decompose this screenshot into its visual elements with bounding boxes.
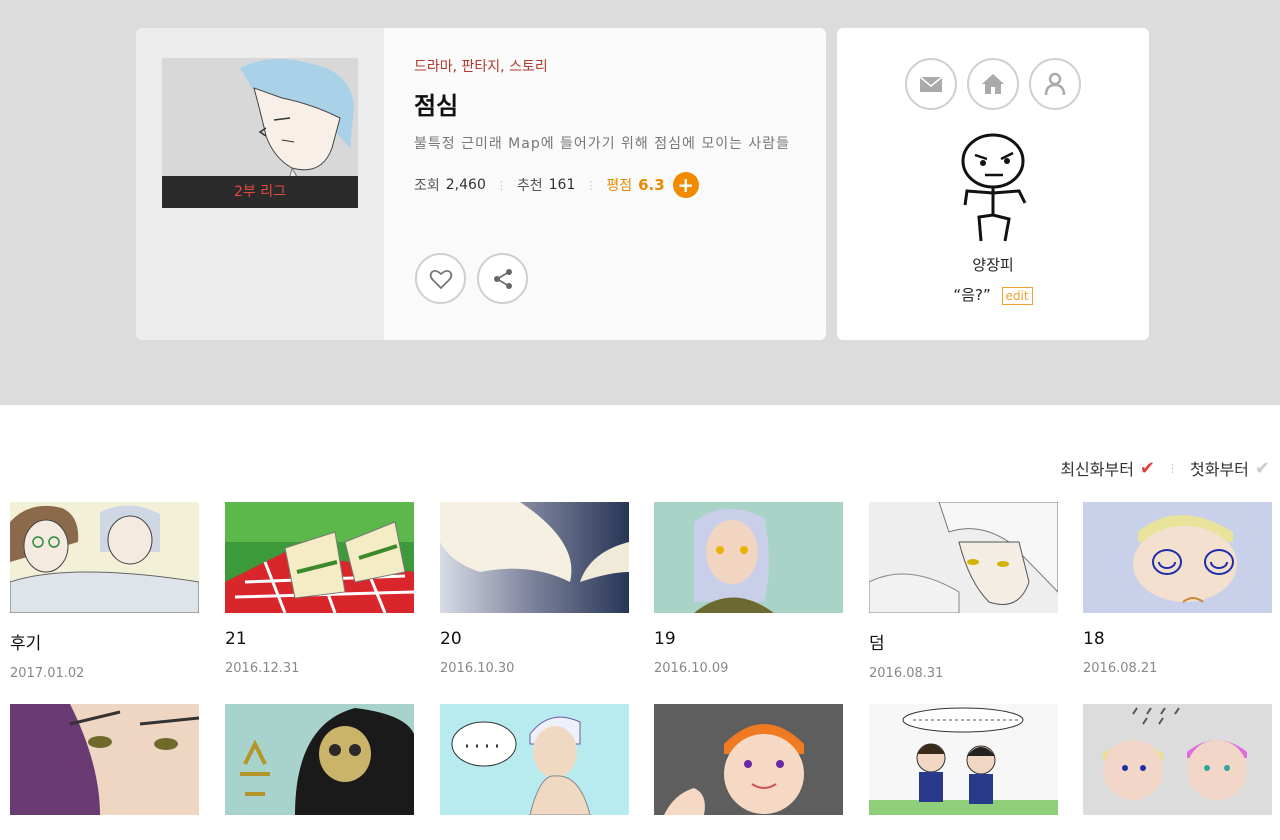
episode-title: 19 [654,629,676,649]
episode-date: 2017.01.02 [10,666,85,681]
cover-column: 2부 리그 [136,28,384,340]
author-name[interactable]: 양장피 [837,254,1149,275]
episode-title: 21 [225,629,247,649]
checkmark-icon: ✔ [1254,457,1270,479]
episode-item[interactable] [225,704,414,815]
stats-separator: ⋮ [495,178,507,192]
recommend-count: 161 [548,177,576,193]
author-quote-row: “음?” edit [837,284,1149,305]
episode-thumbnail[interactable] [654,502,843,613]
share-icon [494,269,512,289]
views-count: 2,460 [445,177,486,193]
recommend-label: 추천 [516,178,543,194]
episode-thumbnail[interactable] [1083,502,1272,613]
episode-item[interactable]: 20 2016.10.30 [440,502,629,676]
episode-date: 2016.08.31 [869,666,944,681]
edit-quote-button[interactable]: edit [1001,286,1033,305]
episode-item[interactable] [10,704,199,815]
author-quote: “음?” [953,286,991,304]
episode-thumbnail[interactable] [654,704,843,815]
home-button[interactable] [967,58,1019,110]
sort-oldest-button[interactable]: 첫화부터 [1190,456,1249,480]
episode-item[interactable]: 18 2016.08.21 [1083,502,1272,676]
episode-thumbnail[interactable] [225,502,414,613]
mail-icon [919,76,943,92]
work-description: 불특정 근미래 Map에 들어가기 위해 점심에 모이는 사람들 [414,136,791,152]
stats-separator: ⋮ [585,178,597,192]
episode-item[interactable]: 덤 2016.08.31 [869,502,1058,681]
episode-thumbnail[interactable] [440,704,629,815]
views-label: 조회 [414,178,440,194]
work-stats: 조회 2,460 ⋮ 추천 161 ⋮ 평점 6.3 + [414,172,804,198]
episode-thumbnail[interactable] [869,502,1058,613]
episode-title: 덤 [869,634,885,654]
episode-date: 2016.10.30 [440,661,515,676]
rating-label: 평점 [606,178,633,194]
checkmark-icon: ✔ [1139,457,1156,479]
work-info-card: 2부 리그 드라마, 판타지, 스토리 점심 불특정 근미래 Map에 들어가기… [136,28,826,340]
episode-date: 2016.08.21 [1083,661,1158,676]
episode-title: 후기 [10,634,42,654]
heart-icon [429,269,453,290]
episode-item[interactable]: 후기 2017.01.02 [10,502,199,681]
profile-button[interactable] [1029,58,1081,110]
episode-item[interactable]: 19 2016.10.09 [654,502,843,676]
episode-thumbnail[interactable] [225,704,414,815]
work-title: 점심 [414,92,459,120]
episode-thumbnail[interactable] [1083,704,1272,815]
like-button[interactable] [415,253,466,304]
episode-date: 2016.10.09 [654,661,729,676]
episode-thumbnail[interactable] [869,704,1058,815]
genre-tags[interactable]: 드라마, 판타지, 스토리 [414,56,804,76]
cover-caption: 2부 리그 [162,176,358,208]
work-cover-image[interactable]: 2부 리그 [162,58,358,208]
episode-item[interactable] [654,704,843,815]
episode-item[interactable]: 21 2016.12.31 [225,502,414,676]
episode-title: 20 [440,629,462,649]
episode-item[interactable] [869,704,1058,815]
message-button[interactable] [905,58,957,110]
person-icon [1044,72,1066,96]
sort-newest-button[interactable]: 최신화부터 [1060,456,1134,480]
author-avatar [961,133,1027,242]
sort-separator: ⋮ [1167,461,1179,475]
episode-title: 18 [1083,629,1105,649]
episode-item[interactable] [440,704,629,815]
author-card: 양장피 “음?” edit [837,28,1149,340]
episode-thumbnail[interactable] [10,704,199,815]
episode-thumbnail[interactable] [10,502,199,613]
episode-thumbnail[interactable] [440,502,629,613]
home-icon [982,74,1004,94]
sort-controls: 최신화부터 ✔ ⋮ 첫화부터 ✔ [1060,456,1270,480]
work-info: 드라마, 판타지, 스토리 점심 불특정 근미래 Map에 들어가기 위해 점심… [414,56,804,198]
rating-value: 6.3 [638,176,665,194]
rate-button[interactable]: + [672,172,699,198]
episode-item[interactable] [1083,704,1272,815]
episode-date: 2016.12.31 [225,661,300,676]
share-button[interactable] [477,253,528,304]
